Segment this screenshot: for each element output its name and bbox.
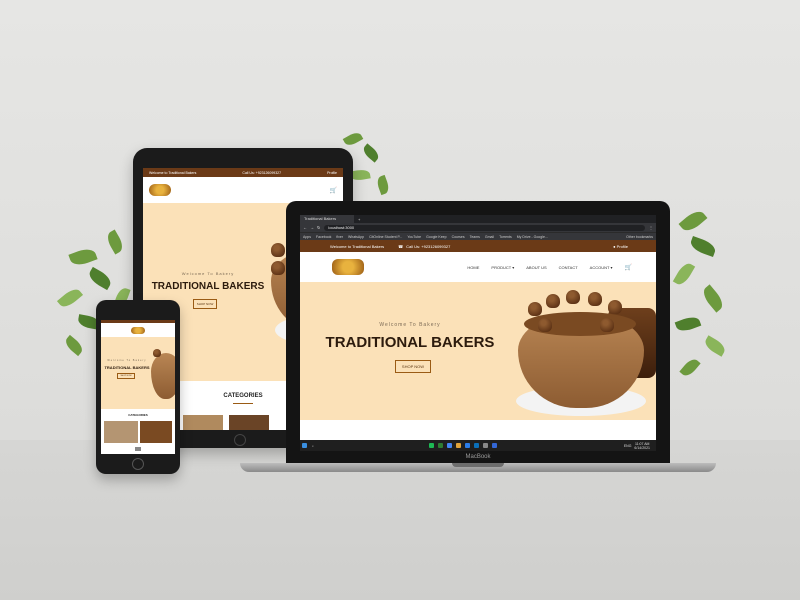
bakery-logo[interactable]	[149, 184, 171, 196]
bakery-logo[interactable]	[131, 326, 145, 334]
tablet-nav: 🛒	[143, 177, 343, 203]
clock-date: 6/14/2021	[634, 445, 650, 450]
phone-icon: ☎	[398, 243, 404, 249]
app-icon[interactable]	[491, 443, 497, 448]
reload-icon[interactable]: ↻	[317, 225, 320, 230]
phone-screen: Welcome To Bakery TRADITIONAL BAKERS SHO…	[101, 320, 175, 454]
hero-title: TRADITIONAL BAKERS	[104, 365, 150, 370]
forward-icon[interactable]: →	[310, 225, 314, 230]
hero-welcome: Welcome To Bakery	[181, 271, 235, 276]
bookmark-item[interactable]: Facebook	[316, 235, 331, 239]
bookmark-item[interactable]: CitOnline Student P...	[369, 235, 402, 239]
laptop-screen: Traditional Bakers + ← → ↻ localhost:300…	[300, 215, 656, 451]
topbar-welcome: Welcome to Traditional Bakers	[149, 170, 197, 175]
topbar-profile[interactable]: Profile	[327, 171, 337, 175]
phone-categories: CATEGORIES	[101, 409, 175, 454]
windows-taskbar: ⌕ ENG 11:07 AM 6/14/2021	[300, 440, 656, 451]
clock[interactable]: 11:07 AM 6/14/2021	[634, 442, 650, 450]
bookmark-item[interactable]: Teams	[470, 235, 480, 239]
browser-tabs: Traditional Bakers +	[300, 215, 656, 223]
menu-icon[interactable]: ⋮	[649, 225, 653, 230]
tablet-home-button[interactable]	[234, 434, 246, 446]
phone-nav	[101, 323, 175, 337]
bookmark-item[interactable]: fiver	[336, 235, 343, 239]
back-icon[interactable]: ←	[303, 225, 307, 230]
bookmark-item[interactable]: Courses	[452, 235, 465, 239]
phone-home-button[interactable]	[132, 458, 144, 470]
bookmark-item[interactable]: Google Keep	[426, 235, 446, 239]
phone-device: Welcome To Bakery TRADITIONAL BAKERS SHO…	[96, 300, 180, 474]
laptop-brand: MacBook	[465, 454, 491, 460]
site-hero: Welcome To Bakery TRADITIONAL BAKERS SHO…	[300, 282, 656, 420]
nav-home[interactable]: HOME	[467, 265, 479, 270]
shop-now-button[interactable]: SHOP NOW	[395, 360, 431, 373]
windows-start-icon[interactable]	[302, 443, 307, 448]
spotify-icon[interactable]	[428, 443, 434, 448]
site-topbar: Welcome to Traditional Bakers ☎ Call Us:…	[300, 240, 656, 252]
profile-label: Profile	[616, 243, 628, 249]
laptop-device: Traditional Bakers + ← → ↻ localhost:300…	[286, 201, 670, 463]
clock-time: 11:07 AM	[634, 441, 650, 446]
laptop-base	[240, 463, 716, 472]
phone-hero: Welcome To Bakery TRADITIONAL BAKERS SHO…	[101, 337, 175, 409]
tablet-topbar: Welcome to Traditional Bakers Call Us: +…	[143, 168, 343, 177]
tab-title: Traditional Bakers	[304, 216, 337, 221]
shop-now-button[interactable]: SHOP NOW	[117, 373, 135, 379]
topbar-phone[interactable]: Call Us: +923126099327	[406, 244, 450, 249]
bookmark-item[interactable]: YouTube	[407, 235, 421, 239]
other-bookmarks[interactable]: Other bookmarks	[626, 235, 653, 239]
hero-welcome: Welcome To Bakery	[379, 322, 441, 328]
bookmark-item[interactable]: My Drive - Google...	[517, 235, 548, 239]
hero-title: TRADITIONAL BAKERS	[325, 334, 495, 351]
url-field[interactable]: localhost:3000	[324, 224, 645, 231]
new-tab-button[interactable]: +	[358, 217, 360, 222]
cart-icon[interactable]: 🛒	[625, 264, 632, 271]
bakery-logo[interactable]	[332, 259, 364, 275]
bookmark-item[interactable]: Apps	[303, 235, 311, 239]
bookmarks-bar: Apps Facebook fiver WhatsApp CitOnline S…	[300, 232, 656, 240]
shop-now-button[interactable]: SHOP NOW	[193, 299, 217, 309]
settings-icon[interactable]	[482, 443, 488, 448]
bookmark-item[interactable]: Gmail	[485, 235, 494, 239]
taskbar-apps	[427, 443, 499, 448]
app-icon[interactable]	[473, 443, 479, 448]
topbar-profile[interactable]: ● Profile	[613, 244, 628, 249]
nav-contact[interactable]: CONTACT	[559, 265, 578, 270]
nav-about[interactable]: ABOUT US	[526, 265, 546, 270]
hero-welcome: Welcome To Bakery	[107, 359, 147, 362]
search-icon[interactable]: ⌕	[312, 444, 314, 448]
bookmark-item[interactable]: Torrents	[499, 235, 512, 239]
explorer-icon[interactable]	[455, 443, 461, 448]
site-nav: HOME PRODUCT ▾ ABOUT US CONTACT ACCOUNT …	[300, 252, 656, 282]
profile-icon: ●	[613, 243, 616, 249]
bookmark-item[interactable]: WhatsApp	[348, 235, 364, 239]
browser-tab[interactable]: Traditional Bakers	[300, 215, 354, 223]
categories-heading: CATEGORIES	[128, 413, 148, 417]
taskbar-lang: ENG	[623, 443, 632, 448]
app-icon[interactable]	[437, 443, 443, 448]
nav-account[interactable]: ACCOUNT ▾	[590, 265, 613, 270]
chrome-icon[interactable]	[446, 443, 452, 448]
topbar-welcome: Welcome to Traditional Bakers	[330, 243, 385, 249]
cart-icon[interactable]: 🛒	[330, 187, 337, 194]
hero-title: TRADITIONAL BAKERS	[151, 281, 265, 292]
vscode-icon[interactable]	[464, 443, 470, 448]
nav-product[interactable]: PRODUCT ▾	[491, 265, 514, 270]
address-bar-row: ← → ↻ localhost:3000 ⋮	[300, 223, 656, 232]
topbar-phone[interactable]: Call Us: +923126099327	[242, 171, 281, 175]
